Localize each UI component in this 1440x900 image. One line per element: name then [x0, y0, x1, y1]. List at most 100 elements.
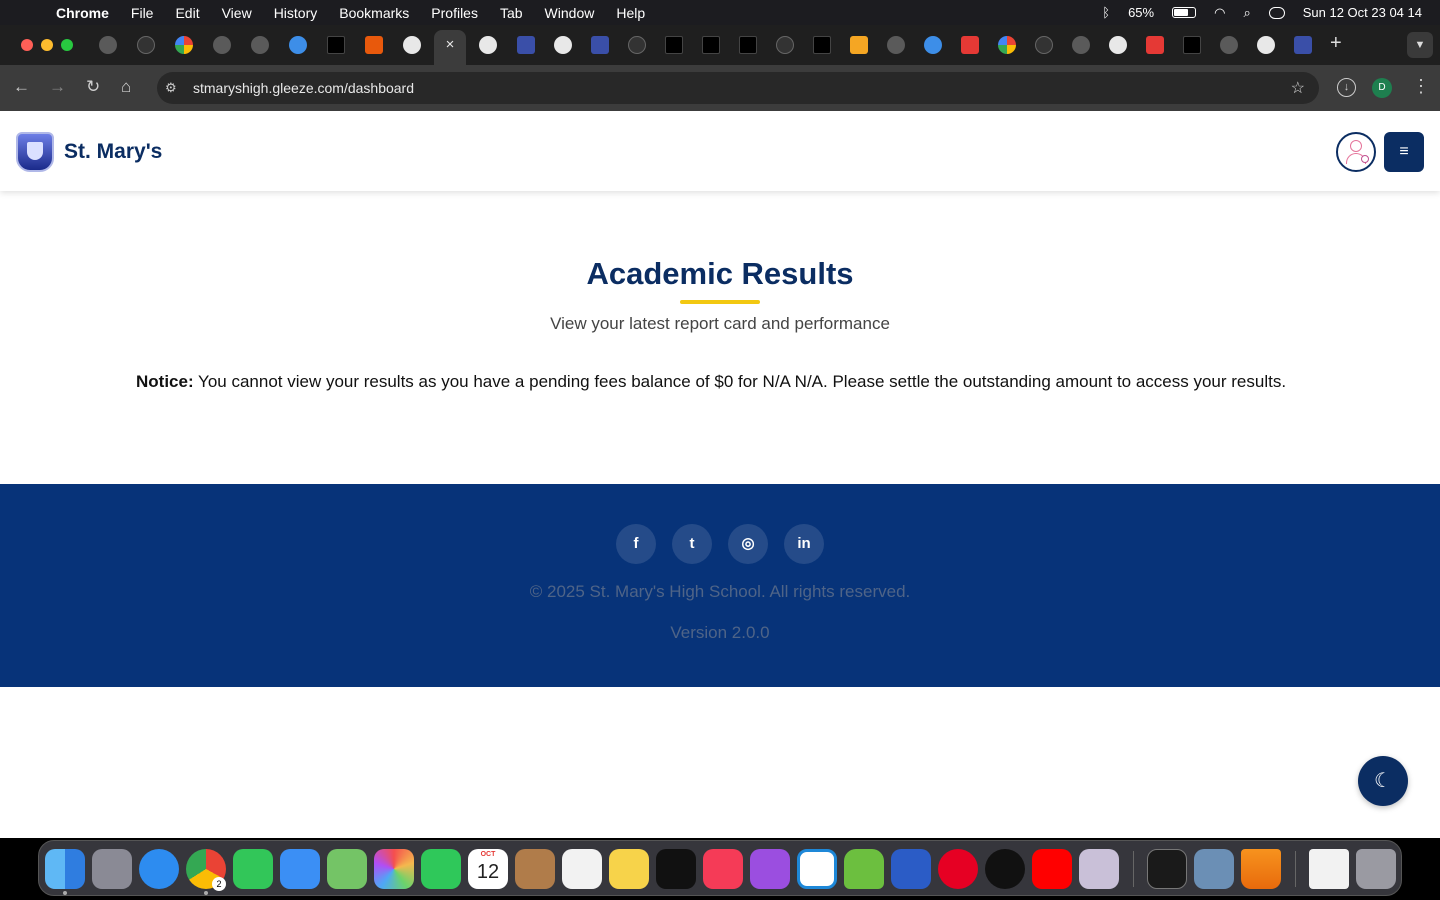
window-zoom-button[interactable] — [61, 39, 73, 51]
tab-favicon-icon[interactable] — [1220, 36, 1238, 54]
home-icon[interactable]: ⌂ — [121, 77, 131, 97]
tab-favicon-icon[interactable] — [924, 36, 942, 54]
tab-favicon-icon[interactable] — [213, 36, 231, 54]
terminal-icon[interactable] — [1147, 849, 1187, 889]
vlc-icon[interactable] — [1241, 849, 1281, 889]
instagram-icon[interactable]: ◎ — [728, 524, 768, 564]
pinterest-icon[interactable] — [938, 849, 978, 889]
music-icon[interactable] — [703, 849, 743, 889]
wifi-icon[interactable]: ◠ — [1214, 5, 1225, 21]
tab-google-icon[interactable] — [998, 36, 1016, 54]
dark-mode-toggle-button[interactable]: ☾ — [1358, 756, 1408, 806]
facetime-icon[interactable] — [421, 849, 461, 889]
calendar-icon[interactable]: OCT 12 — [468, 849, 508, 889]
tab-favicon-icon[interactable] — [251, 36, 269, 54]
tab-github-icon[interactable] — [479, 36, 497, 54]
notes-icon[interactable] — [609, 849, 649, 889]
forward-arrow-icon[interactable]: → — [49, 77, 66, 97]
tab-github-icon[interactable] — [1257, 36, 1275, 54]
download-icon[interactable]: ↓ — [1337, 78, 1356, 97]
tab-favicon-icon[interactable] — [850, 36, 868, 54]
user-profile-button[interactable] — [1336, 132, 1376, 172]
tab-favicon-icon[interactable] — [1035, 36, 1053, 54]
menu-profiles[interactable]: Profiles — [431, 5, 478, 21]
site-info-icon[interactable]: ⚙ — [165, 80, 177, 96]
vscode-icon[interactable] — [797, 849, 837, 889]
new-tab-button[interactable]: + — [1330, 32, 1342, 55]
battery-icon[interactable] — [1172, 7, 1197, 18]
url-text[interactable]: stmaryshigh.gleeze.com/dashboard — [193, 80, 414, 96]
tab-favicon-icon[interactable] — [1146, 36, 1164, 54]
tab-favicon-icon[interactable] — [776, 36, 794, 54]
tab-favicon-icon[interactable] — [628, 36, 646, 54]
bookmark-star-icon[interactable]: ☆ — [1291, 78, 1305, 98]
address-bar[interactable]: ⚙ stmaryshigh.gleeze.com/dashboard ☆ — [157, 72, 1319, 104]
trash-icon[interactable] — [1356, 849, 1396, 889]
maps-icon[interactable] — [327, 849, 367, 889]
window-minimize-button[interactable] — [41, 39, 53, 51]
reload-icon[interactable]: ↻ — [86, 77, 100, 97]
contacts-icon[interactable] — [515, 849, 555, 889]
document-icon[interactable] — [1309, 849, 1349, 889]
menu-view[interactable]: View — [222, 5, 252, 21]
tab-google-icon[interactable] — [175, 36, 193, 54]
tab-favicon-icon[interactable] — [813, 36, 831, 54]
menu-window[interactable]: Window — [545, 5, 595, 21]
twitter-icon[interactable]: t — [672, 524, 712, 564]
tab-favicon-icon[interactable] — [739, 36, 757, 54]
tab-school-icon[interactable] — [1294, 36, 1312, 54]
photos-icon[interactable] — [374, 849, 414, 889]
menubar-clock[interactable]: Sun 12 Oct 23 04 14 — [1303, 5, 1422, 20]
word-icon[interactable] — [891, 849, 931, 889]
tab-favicon-icon[interactable] — [961, 36, 979, 54]
reminders-icon[interactable] — [562, 849, 602, 889]
tab-favicon-icon[interactable] — [1183, 36, 1201, 54]
messages-icon[interactable] — [233, 849, 273, 889]
menu-history[interactable]: History — [274, 5, 318, 21]
tab-github-icon[interactable] — [403, 36, 421, 54]
tab-school-icon[interactable] — [591, 36, 609, 54]
tab-favicon-icon[interactable] — [99, 36, 117, 54]
back-arrow-icon[interactable]: ← — [13, 77, 30, 97]
tab-school-icon[interactable] — [517, 36, 535, 54]
tab-favicon-icon[interactable] — [887, 36, 905, 54]
anime-app-icon[interactable] — [1079, 849, 1119, 889]
tab-search-chevron-icon[interactable]: ▼ — [1407, 32, 1433, 58]
tab-favicon-icon[interactable] — [327, 36, 345, 54]
tab-github-icon[interactable] — [554, 36, 572, 54]
active-tab-close-button[interactable]: × — [434, 30, 466, 65]
youtube-icon[interactable] — [1032, 849, 1072, 889]
chrome-menu-icon[interactable]: ⋮ — [1412, 76, 1430, 97]
tab-favicon-icon[interactable] — [137, 36, 155, 54]
podcasts-icon[interactable] — [750, 849, 790, 889]
tab-favicon-icon[interactable] — [702, 36, 720, 54]
control-center-icon[interactable] — [1268, 6, 1285, 19]
tab-favicon-icon[interactable] — [1072, 36, 1090, 54]
profile-avatar[interactable]: D — [1372, 78, 1392, 98]
android-studio-icon[interactable] — [844, 849, 884, 889]
tab-favicon-icon[interactable] — [365, 36, 383, 54]
menu-file[interactable]: File — [131, 5, 154, 21]
tab-favicon-icon[interactable] — [665, 36, 683, 54]
linkedin-icon[interactable]: in — [784, 524, 824, 564]
menu-bookmarks[interactable]: Bookmarks — [339, 5, 409, 21]
bluetooth-icon[interactable]: ᛒ — [1102, 5, 1110, 20]
launchpad-icon[interactable] — [92, 849, 132, 889]
facebook-icon[interactable]: f — [616, 524, 656, 564]
window-close-button[interactable] — [21, 39, 33, 51]
finder-icon[interactable] — [45, 849, 85, 889]
menu-edit[interactable]: Edit — [175, 5, 199, 21]
apple-tv-icon[interactable] — [656, 849, 696, 889]
preview-icon[interactable] — [1194, 849, 1234, 889]
school-crest-logo[interactable] — [16, 132, 54, 172]
menu-tab[interactable]: Tab — [500, 5, 523, 21]
tiktok-icon[interactable] — [985, 849, 1025, 889]
spotlight-search-icon[interactable]: ⌕ — [1243, 5, 1250, 21]
hamburger-menu-button[interactable]: ≡ — [1384, 132, 1424, 172]
mail-icon[interactable] — [280, 849, 320, 889]
menu-help[interactable]: Help — [616, 5, 645, 21]
site-brand[interactable]: St. Mary's — [64, 140, 162, 164]
menu-app-name[interactable]: Chrome — [56, 5, 109, 21]
tab-github-icon[interactable] — [1109, 36, 1127, 54]
tab-favicon-icon[interactable] — [289, 36, 307, 54]
